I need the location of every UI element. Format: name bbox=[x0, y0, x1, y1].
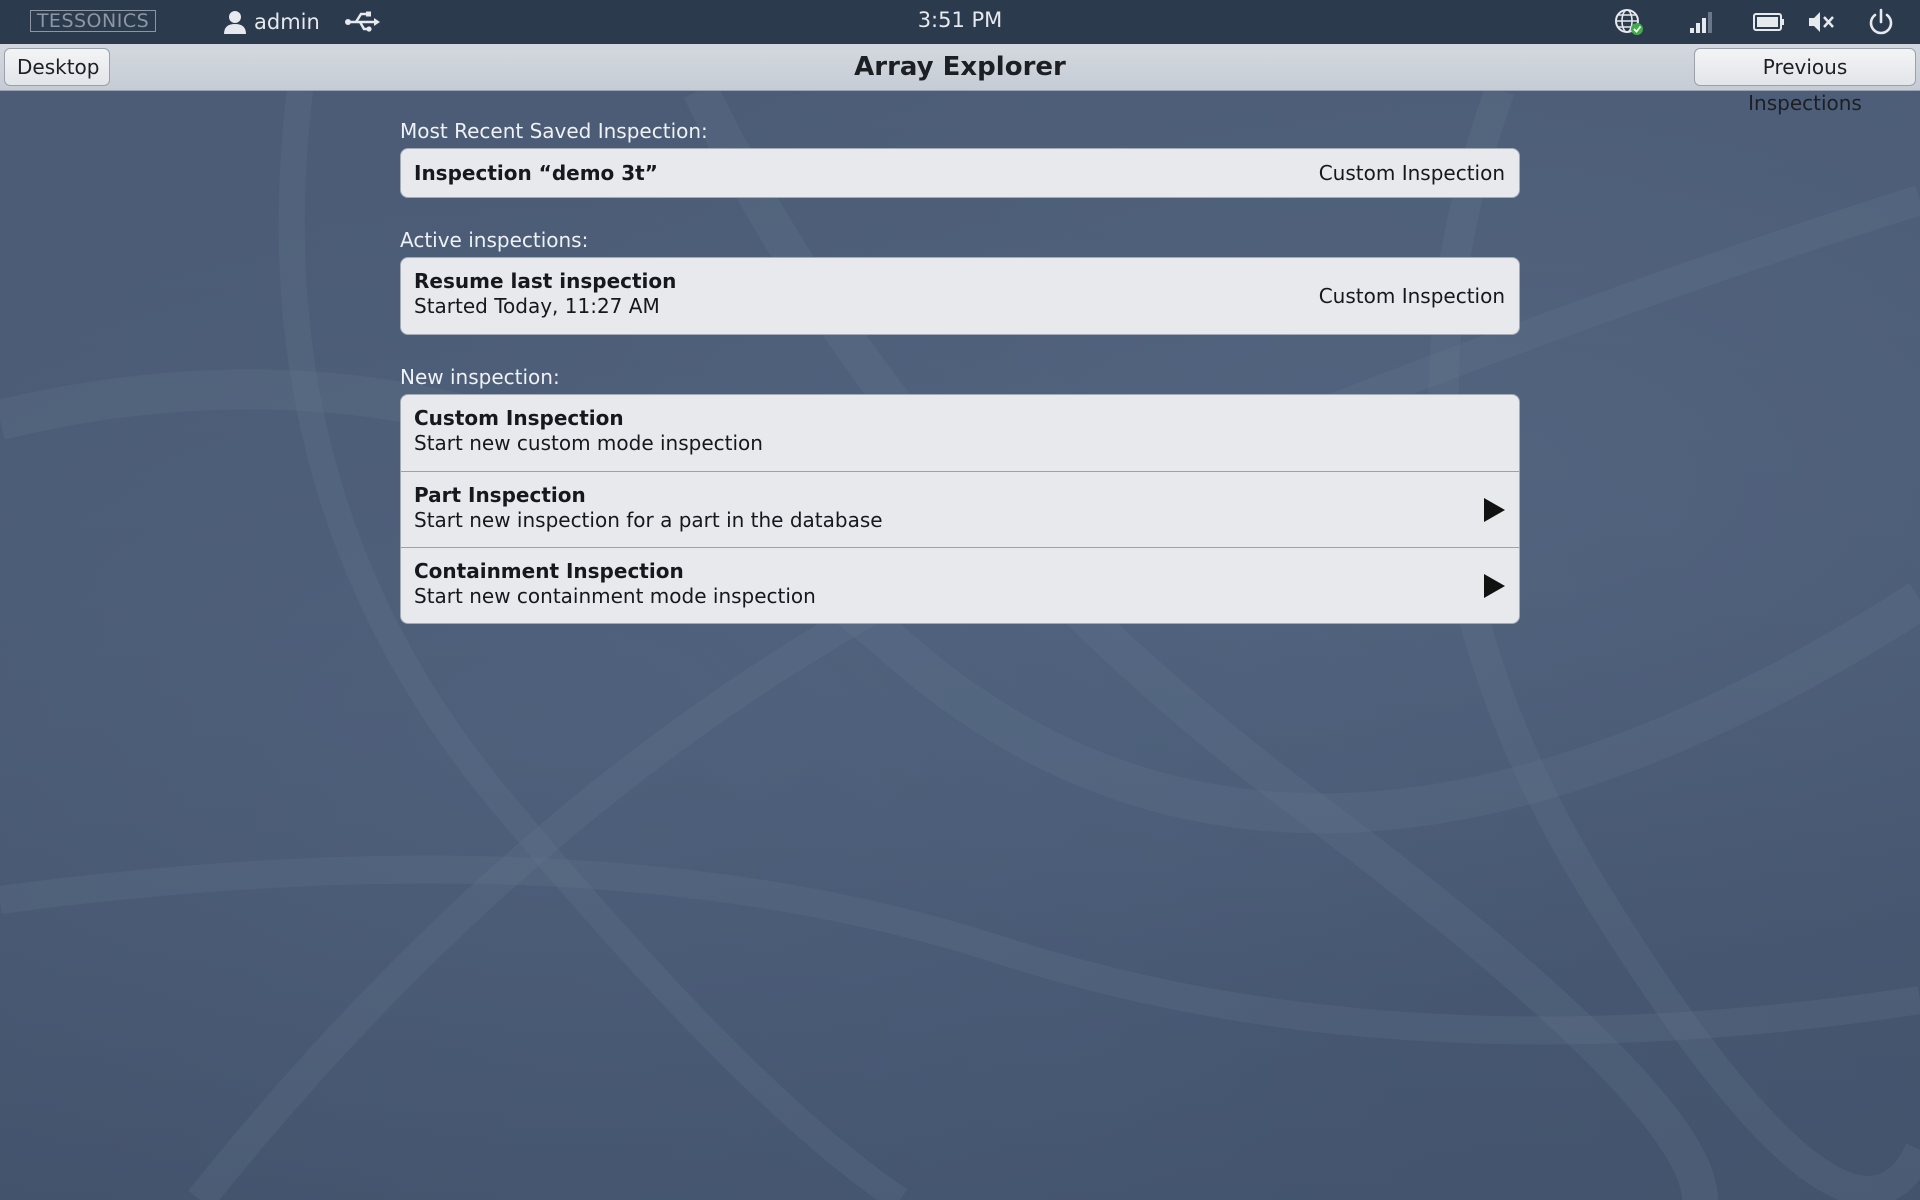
power-icon[interactable] bbox=[1866, 8, 1896, 36]
recent-section-label: Most Recent Saved Inspection: bbox=[400, 119, 708, 143]
network-globe-icon[interactable] bbox=[1614, 8, 1644, 36]
play-arrow-icon bbox=[1484, 497, 1505, 522]
active-section-label: Active inspections: bbox=[400, 228, 589, 252]
new-inspection-card: Custom Inspection Start new custom mode … bbox=[400, 394, 1520, 624]
signal-icon[interactable] bbox=[1686, 8, 1716, 36]
recent-inspection-card: Inspection “demo 3t” Custom Inspection bbox=[400, 148, 1520, 198]
new-custom-inspection-description: Start new custom mode inspection bbox=[414, 431, 763, 455]
new-custom-inspection-item[interactable]: Custom Inspection Start new custom mode … bbox=[401, 395, 1519, 471]
usb-icon[interactable] bbox=[344, 10, 380, 34]
speaker-muted-icon[interactable] bbox=[1806, 8, 1836, 36]
new-part-inspection-description: Start new inspection for a part in the d… bbox=[414, 508, 883, 532]
battery-icon[interactable] bbox=[1752, 8, 1786, 36]
page-title: Array Explorer bbox=[854, 52, 1066, 82]
title-bar: Desktop Array Explorer Previous Inspecti… bbox=[0, 44, 1920, 115]
new-containment-inspection-item[interactable]: Containment Inspection Start new contain… bbox=[401, 547, 1519, 623]
brand-logo: TESSONICS bbox=[30, 10, 156, 32]
play-arrow-icon bbox=[1484, 573, 1505, 598]
user-icon bbox=[224, 11, 246, 34]
recent-inspection-item[interactable]: Inspection “demo 3t” Custom Inspection bbox=[401, 149, 1519, 197]
user-menu[interactable]: admin bbox=[222, 8, 320, 36]
user-name: admin bbox=[254, 10, 320, 34]
new-section-label: New inspection: bbox=[400, 365, 560, 389]
new-containment-inspection-title: Containment Inspection bbox=[414, 559, 684, 583]
new-part-inspection-item[interactable]: Part Inspection Start new inspection for… bbox=[401, 471, 1519, 547]
new-containment-inspection-description: Start new containment mode inspection bbox=[414, 584, 816, 608]
desktop-back-button[interactable]: Desktop bbox=[4, 48, 110, 86]
main-content: Most Recent Saved Inspection: Inspection… bbox=[400, 118, 1520, 653]
previous-inspections-button[interactable]: Previous Inspections bbox=[1694, 48, 1916, 115]
resume-inspection-item[interactable]: Resume last inspection Started Today, 11… bbox=[401, 258, 1519, 334]
new-part-inspection-title: Part Inspection bbox=[414, 483, 586, 507]
new-custom-inspection-title: Custom Inspection bbox=[414, 406, 624, 430]
clock: 3:51 PM bbox=[917, 8, 1003, 32]
status-bar: TESSONICS admin 3:51 PM bbox=[0, 0, 1920, 44]
recent-inspection-mode: Custom Inspection bbox=[1318, 161, 1505, 185]
active-inspections-card: Resume last inspection Started Today, 11… bbox=[400, 257, 1520, 335]
resume-inspection-mode: Custom Inspection bbox=[1318, 284, 1505, 308]
recent-inspection-title: Inspection “demo 3t” bbox=[414, 160, 658, 185]
